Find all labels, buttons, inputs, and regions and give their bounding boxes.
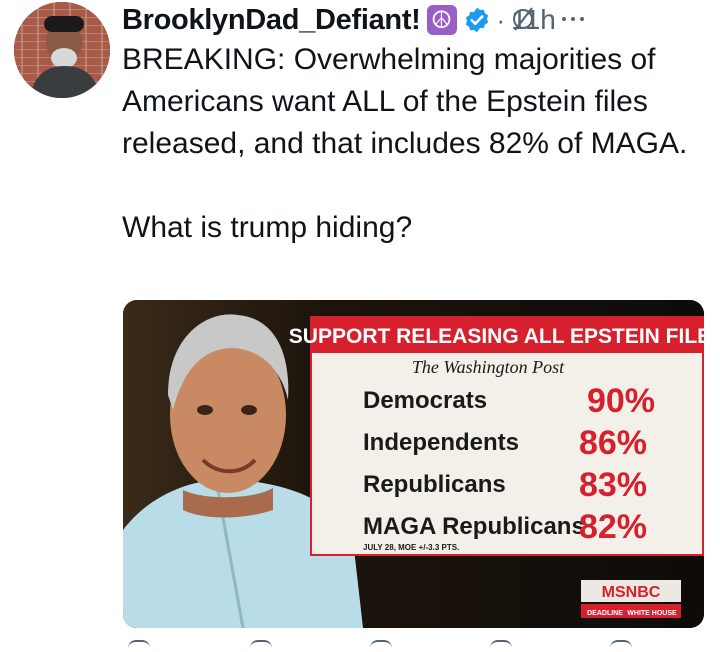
grok-icon-glyph <box>513 7 533 31</box>
tweet-text: BREAKING: Overwhelming majorities of Ame… <box>122 43 688 244</box>
row-value: 86% <box>579 424 647 462</box>
tweet-header: BrooklynDad_Defiant! ☮ · 11h <box>122 0 712 40</box>
views-icon[interactable] <box>490 640 512 652</box>
author-avatar[interactable] <box>14 2 110 98</box>
more-dots-glyph <box>562 17 584 21</box>
reply-icon[interactable] <box>128 640 150 652</box>
row-value: 90% <box>587 382 655 420</box>
media-footnote: JULY 28, MOE +/-3.3 PTS. <box>363 543 459 552</box>
verified-badge-icon[interactable] <box>463 6 491 34</box>
network-logo: MSNBC <box>602 584 661 601</box>
row-value: 82% <box>579 508 647 546</box>
show-segment: WHITE HOUSE <box>627 610 677 617</box>
media-source: The Washington Post <box>412 357 565 377</box>
more-options-icon[interactable] <box>556 0 590 38</box>
retweet-icon[interactable] <box>250 640 272 652</box>
time-separator: · <box>496 4 506 35</box>
row-group: Democrats <box>363 387 487 414</box>
row-group: Republicans <box>363 471 506 498</box>
bookmark-icon[interactable] <box>610 640 632 652</box>
row-group: MAGA Republicans <box>363 513 585 540</box>
media-graphic: SUPPORT RELEASING ALL EPSTEIN FILES The … <box>123 300 704 628</box>
avatar-photo <box>14 2 110 98</box>
media-banner: SUPPORT RELEASING ALL EPSTEIN FILES <box>289 325 704 348</box>
row-value: 83% <box>579 466 647 504</box>
like-icon[interactable] <box>370 640 392 652</box>
show-name: DEADLINE <box>587 610 623 617</box>
tweet-media-image[interactable]: SUPPORT RELEASING ALL EPSTEIN FILES The … <box>123 300 704 628</box>
tweet-actions <box>120 640 710 652</box>
author-display-name[interactable]: BrooklynDad_Defiant! <box>122 4 421 37</box>
grok-icon[interactable] <box>510 0 538 38</box>
row-group: Independents <box>363 429 519 456</box>
peace-emoji-icon: ☮ <box>426 5 457 35</box>
